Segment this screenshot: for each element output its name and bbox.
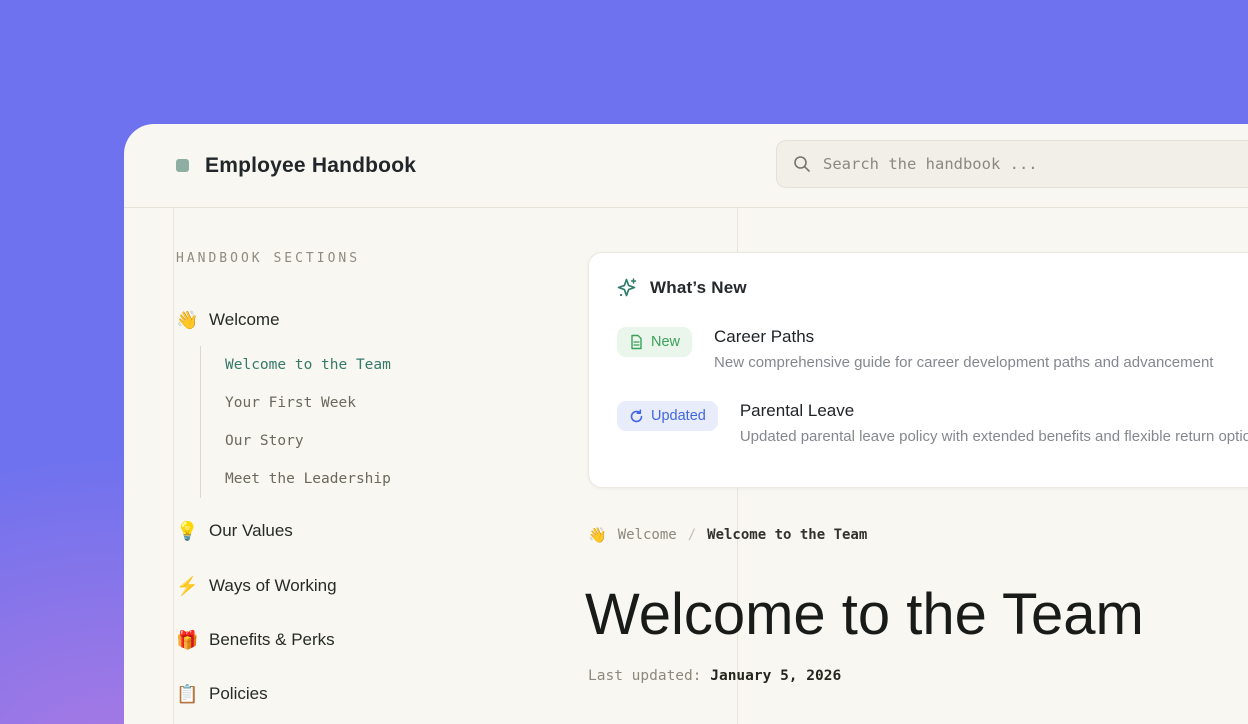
app-header: Employee Handbook [124,124,1248,208]
handbook-app-window: Employee Handbook HANDBOOK SECTIONS 👋 We… [124,124,1248,724]
sidebar-item-policies[interactable]: 📋 Policies [176,684,268,704]
last-updated-value: January 5, 2026 [710,668,841,684]
wave-icon: 👋 [176,311,196,329]
document-icon [629,334,644,350]
last-updated-line: Last updated: January 5, 2026 [588,668,841,684]
whats-new-header: What’s New [617,277,1248,299]
clipboard-icon: 📋 [176,685,196,703]
breadcrumb-current-page: Welcome to the Team [707,527,867,543]
app-logo-icon [176,159,189,172]
whats-new-item-description: Updated parental leave policy with exten… [740,428,1248,445]
whats-new-item-title: Parental Leave [740,401,1248,421]
search-box[interactable] [776,140,1248,188]
wave-icon: 👋 [588,526,607,544]
whats-new-item-career-paths[interactable]: New Career Paths New comprehensive guide… [617,327,1248,371]
gift-icon: 🎁 [176,631,196,649]
left-grid-rule [173,208,174,724]
whats-new-item-content: Career Paths New comprehensive guide for… [714,327,1213,371]
welcome-subsection-list: Welcome to the Team Your First Week Our … [200,346,391,498]
breadcrumb-section-link[interactable]: Welcome [618,527,677,543]
sidebar-item-benefits-perks[interactable]: 🎁 Benefits & Perks [176,630,335,650]
whats-new-item-description: New comprehensive guide for career devel… [714,354,1213,371]
updated-badge: Updated [617,401,718,431]
search-input[interactable] [823,155,1248,173]
whats-new-item-title: Career Paths [714,327,1213,347]
refresh-icon [629,409,644,424]
sidebar-subitem-our-story[interactable]: Our Story [225,422,391,460]
whats-new-item-parental-leave[interactable]: Updated Parental Leave Updated parental … [617,401,1248,445]
desktop-background: Employee Handbook HANDBOOK SECTIONS 👋 We… [0,0,1248,724]
sidebar-item-label: Policies [209,684,268,704]
sidebar-item-label: Ways of Working [209,576,337,596]
whats-new-title: What’s New [650,278,747,298]
page-title: Welcome to the Team [585,581,1144,648]
sidebar-subitem-your-first-week[interactable]: Your First Week [225,384,391,422]
sparkle-icon [617,277,639,299]
last-updated-label: Last updated: [588,668,702,684]
sidebar-item-label: Our Values [209,521,293,541]
lightbulb-icon: 💡 [176,522,196,540]
sidebar-subitem-welcome-to-the-team[interactable]: Welcome to the Team [225,346,391,384]
badge-label: Updated [651,408,706,424]
sidebar-subitem-meet-the-leadership[interactable]: Meet the Leadership [225,460,391,498]
breadcrumb-separator: / [688,527,696,543]
whats-new-item-content: Parental Leave Updated parental leave po… [740,401,1248,445]
sidebar-item-ways-of-working[interactable]: ⚡ Ways of Working [176,576,337,596]
search-icon [793,155,811,173]
sidebar-item-our-values[interactable]: 💡 Our Values [176,521,293,541]
app-title: Employee Handbook [205,154,416,178]
lightning-icon: ⚡ [176,577,196,595]
sidebar-item-welcome[interactable]: 👋 Welcome [176,310,280,330]
sidebar-item-label: Benefits & Perks [209,630,335,650]
new-badge: New [617,327,692,357]
whats-new-card: What’s New New Career Paths New comprehe… [588,252,1248,488]
sidebar-item-label: Welcome [209,310,280,330]
sidebar-section-label: HANDBOOK SECTIONS [176,251,360,266]
badge-label: New [651,334,680,350]
breadcrumb: 👋 Welcome / Welcome to the Team [588,526,867,544]
